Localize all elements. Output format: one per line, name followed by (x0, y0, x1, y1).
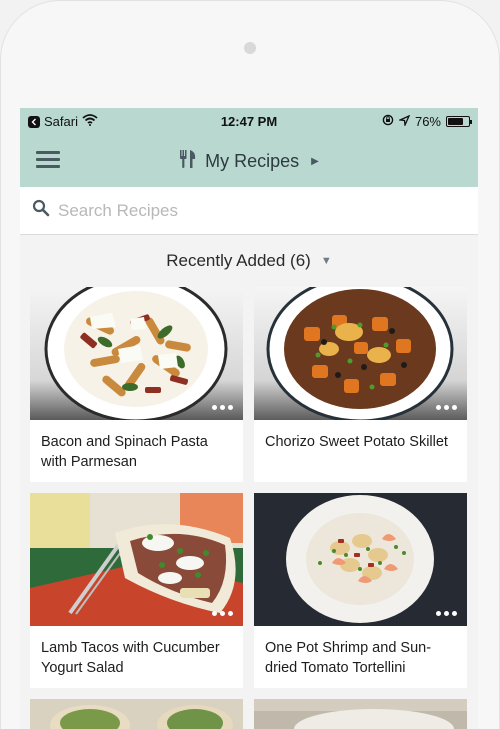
recipe-photo (254, 493, 467, 626)
recipe-box-switcher[interactable]: My Recipes ▶ (20, 135, 478, 187)
recipe-photo (254, 287, 467, 420)
search-input[interactable] (58, 200, 438, 221)
recipe-title: Chorizo Sweet Potato Skillet (265, 434, 448, 450)
device: Safari 12:47 PM 76% My Recipes ▶ Search … (0, 0, 500, 729)
recipe-card[interactable]: Lamb Tacos with Cucumber Yogurt Salad (30, 493, 243, 688)
fork-knife-icon (179, 149, 197, 174)
status-left: Safari (28, 114, 98, 129)
recipe-photo (254, 699, 467, 729)
recipe-title: Lamb Tacos with Cucumber Yogurt Salad (41, 640, 220, 676)
location-arrow-icon (397, 114, 411, 129)
caret-down-icon: ▼ (320, 255, 332, 267)
caret-right-icon: ▶ (311, 155, 319, 167)
recipe-card[interactable] (30, 699, 243, 729)
battery-icon (446, 116, 472, 127)
back-to-app-icon[interactable] (28, 115, 40, 128)
recipe-card[interactable]: Chorizo Sweet Potato Skillet (254, 287, 467, 482)
more-options-icon[interactable] (436, 611, 457, 616)
battery-level (448, 118, 464, 125)
recipe-title: Bacon and Spinach Pasta with Parmesan (41, 434, 208, 470)
recipe-card[interactable]: Bacon and Spinach Pasta with Parmesan (30, 287, 243, 482)
app-screen: Safari 12:47 PM 76% My Recipes ▶ Search … (20, 108, 478, 729)
recipe-photo (30, 493, 243, 626)
status-right: 76% (382, 114, 472, 129)
more-options-icon[interactable] (436, 405, 457, 410)
search-icon (32, 199, 50, 222)
recipe-photo (30, 699, 243, 729)
wifi-icon (82, 114, 98, 129)
recipe-card[interactable] (254, 699, 467, 729)
back-app-label[interactable]: Safari (44, 114, 78, 129)
sort-filter-dropdown[interactable]: Recently Added (6) ▼ (20, 235, 478, 287)
recipe-title: One Pot Shrimp and Sun-dried Tomato Tort… (265, 640, 432, 676)
nav-bar: My Recipes ▶ (20, 135, 478, 187)
recipe-grid: Bacon and Spinach Pasta with Parmesan Ch… (20, 287, 478, 729)
page-title: My Recipes (205, 150, 300, 171)
search-bar (20, 187, 478, 235)
rotation-lock-icon (382, 114, 394, 129)
recipe-card[interactable]: One Pot Shrimp and Sun-dried Tomato Tort… (254, 493, 467, 688)
front-camera (244, 42, 256, 54)
battery-percent: 76% (414, 114, 441, 129)
more-options-icon[interactable] (212, 405, 233, 410)
more-options-icon[interactable] (212, 611, 233, 616)
filter-label: Recently Added (6) (166, 251, 311, 270)
status-bar: Safari 12:47 PM 76% (20, 108, 478, 135)
recipe-photo (30, 287, 243, 420)
